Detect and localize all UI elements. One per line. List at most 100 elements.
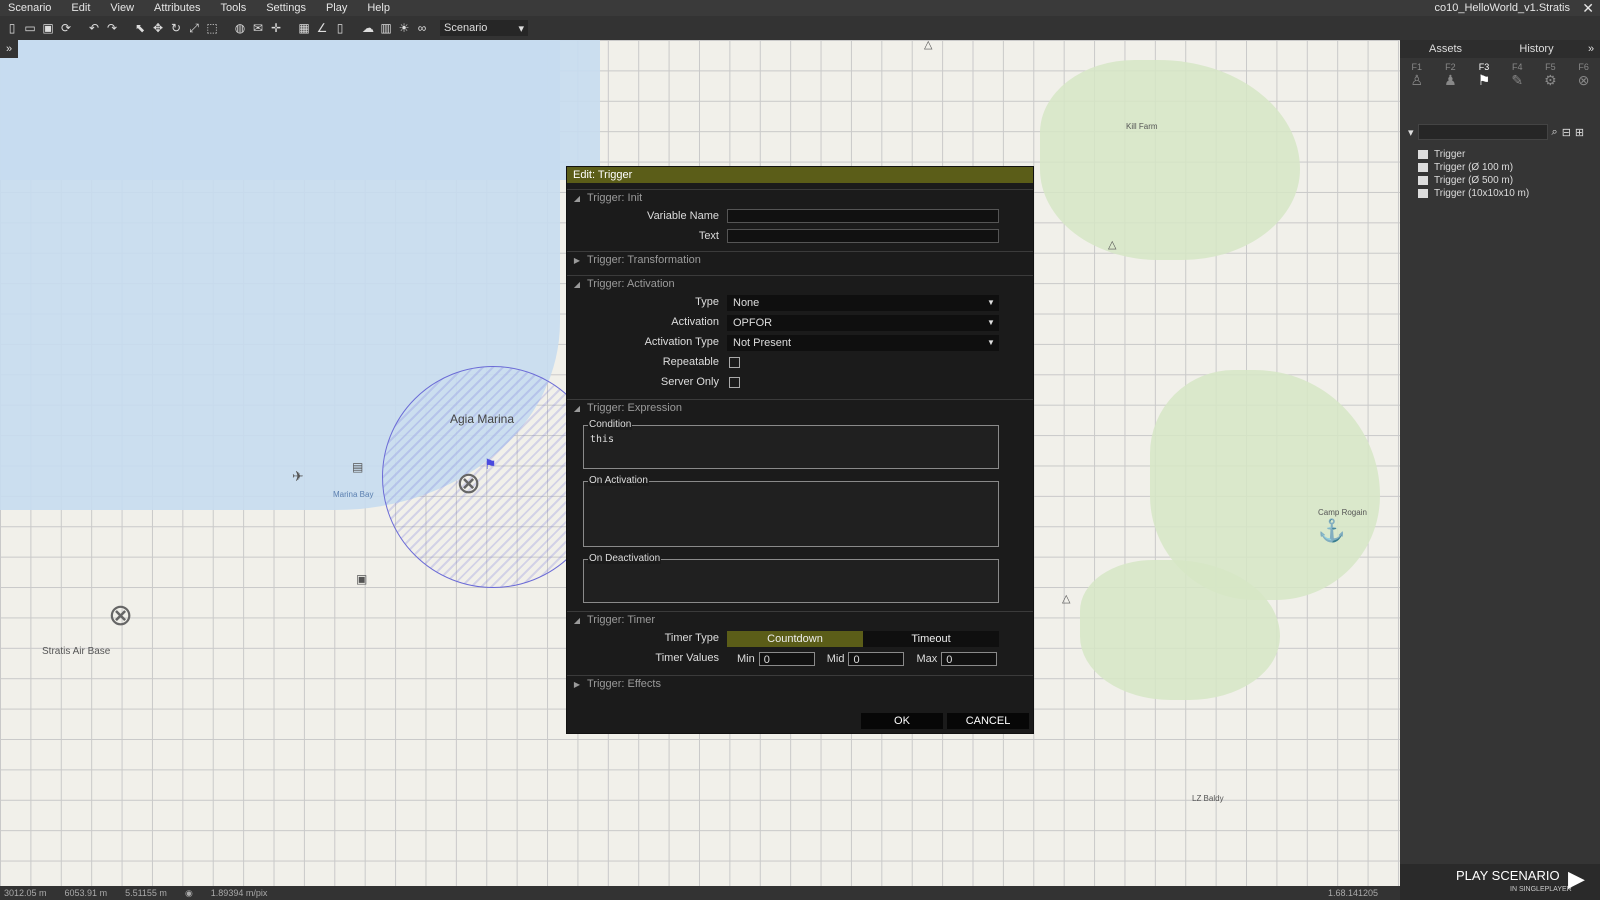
on-deactivation-field[interactable]: On Deactivation xyxy=(583,553,999,603)
asset-search-input[interactable] xyxy=(1417,124,1548,140)
category-f6[interactable]: F6 ⊗ xyxy=(1578,62,1590,89)
menu-view[interactable]: View xyxy=(102,2,146,14)
type-select[interactable]: None ▼ xyxy=(727,295,999,311)
undo-icon[interactable]: ↶ xyxy=(86,20,102,36)
category-f4[interactable]: F4 ✎ xyxy=(1511,62,1523,89)
list-item[interactable]: Trigger (Ø 100 m) xyxy=(1418,161,1529,174)
close-icon[interactable]: ✕ xyxy=(1582,0,1594,17)
scale-icon[interactable]: ⤢ xyxy=(186,20,202,36)
menu-play[interactable]: Play xyxy=(318,2,359,14)
menu-settings[interactable]: Settings xyxy=(258,2,318,14)
collapse-all-icon[interactable]: ⊟ xyxy=(1562,126,1571,139)
on-activation-field[interactable]: On Activation xyxy=(583,475,999,547)
section-timer[interactable]: ◢ Trigger: Timer xyxy=(567,611,1033,628)
open-folder-icon[interactable]: ▭ xyxy=(22,20,38,36)
marker-x-icon[interactable]: ⊗ xyxy=(456,466,481,501)
asset-list: Trigger Trigger (Ø 100 m) Trigger (Ø 500… xyxy=(1418,148,1529,200)
menu-scenario[interactable]: Scenario xyxy=(0,2,63,14)
weather-icon[interactable]: ☁ xyxy=(360,20,376,36)
category-f1[interactable]: F1 ♙ xyxy=(1411,62,1424,89)
category-f2[interactable]: F2 ♟ xyxy=(1444,62,1457,89)
collapse-triangle-icon: ◢ xyxy=(573,193,581,203)
condition-field[interactable]: Condition this xyxy=(583,419,999,469)
timer-mid-input[interactable]: 0 xyxy=(848,652,905,666)
list-item[interactable]: Trigger (10x10x10 m) xyxy=(1418,187,1529,200)
select-icon[interactable]: ⬉ xyxy=(132,20,148,36)
timer-countdown-option[interactable]: Countdown xyxy=(727,631,863,647)
city-icon[interactable]: ▥ xyxy=(378,20,394,36)
grid-icon[interactable]: ▦ xyxy=(296,20,312,36)
on-activation-label: On Activation xyxy=(588,475,649,486)
section-activation[interactable]: ◢ Trigger: Activation xyxy=(567,275,1033,292)
dialog-title: Edit: Trigger xyxy=(567,167,1033,183)
server-only-label: Server Only xyxy=(660,376,719,388)
map-scale: 1.89394 m/pix xyxy=(210,888,268,898)
menu-attributes[interactable]: Attributes xyxy=(146,2,212,14)
variable-name-input[interactable] xyxy=(727,209,999,223)
text-label: Text xyxy=(698,230,719,242)
label-kill-farm: Kill Farm xyxy=(1126,122,1158,131)
trigger-flag-icon xyxy=(1418,176,1428,185)
measure-icon[interactable]: ▯ xyxy=(332,20,348,36)
play-icon: ▶ xyxy=(1568,866,1585,891)
section-expression[interactable]: ◢ Trigger: Expression xyxy=(567,399,1033,416)
timer-min-input[interactable]: 0 xyxy=(758,652,815,666)
menu-tools[interactable]: Tools xyxy=(213,2,259,14)
repeatable-checkbox[interactable] xyxy=(729,357,740,368)
menu-edit[interactable]: Edit xyxy=(63,2,102,14)
flag-icon[interactable]: ⚑ xyxy=(484,456,497,473)
trigger-flag-icon xyxy=(1418,189,1428,198)
ok-button[interactable]: OK xyxy=(861,713,943,729)
rotate-icon[interactable]: ↻ xyxy=(168,20,184,36)
sun-icon[interactable]: ☀ xyxy=(396,20,412,36)
binoculars-icon[interactable]: ∞ xyxy=(414,20,430,36)
category-f3[interactable]: F3 ⚑ xyxy=(1478,62,1491,89)
area-icon[interactable]: ⬚ xyxy=(204,20,220,36)
section-transformation[interactable]: ▶ Trigger: Transformation xyxy=(567,251,1033,268)
category-f5[interactable]: F5 ⚙ xyxy=(1544,62,1557,89)
redo-icon[interactable]: ↷ xyxy=(104,20,120,36)
airbase-marker-icon[interactable]: ⊗ xyxy=(108,598,133,633)
play-scenario-sub: IN SINGLEPLAYER xyxy=(1510,886,1572,893)
asset-category-bar: F1 ♙ F2 ♟ F3 ⚑ F4 ✎ F5 ⚙ F6 ⊗ xyxy=(1400,58,1600,92)
search-icon[interactable]: ⌕ xyxy=(1552,126,1558,139)
section-effects[interactable]: ▶ Trigger: Effects xyxy=(567,675,1033,692)
list-item[interactable]: Trigger xyxy=(1418,148,1529,161)
play-scenario-button[interactable]: PLAY SCENARIO IN SINGLEPLAYER ▶ xyxy=(1400,864,1600,900)
snap-icon[interactable]: ✉ xyxy=(250,20,266,36)
label-camp-rogain: Camp Rogain xyxy=(1318,508,1367,517)
expand-all-icon[interactable]: ⊞ xyxy=(1575,126,1584,139)
collapse-panel-icon[interactable]: » xyxy=(1582,40,1600,58)
section-init[interactable]: ◢ Trigger: Init xyxy=(567,189,1033,206)
anchor-icon: ⚓ xyxy=(1318,518,1346,543)
menu-help[interactable]: Help xyxy=(359,2,402,14)
crosshair-icon[interactable]: ✛ xyxy=(268,20,284,36)
status-bar: 3012.05 m 6053.91 m 5.51155 m ◉ 1.89394 … xyxy=(0,886,1400,900)
aircraft-icon[interactable]: ✈ xyxy=(292,468,304,485)
server-only-checkbox[interactable] xyxy=(729,377,740,388)
tab-history[interactable]: History xyxy=(1491,40,1582,58)
angle-icon[interactable]: ∠ xyxy=(314,20,330,36)
refresh-icon[interactable]: ⟳ xyxy=(58,20,74,36)
text-input[interactable] xyxy=(727,229,999,243)
expand-left-panel-button[interactable]: » xyxy=(0,40,18,58)
timer-max-input[interactable]: 0 xyxy=(941,652,998,666)
play-scenario-label: PLAY SCENARIO xyxy=(1456,868,1560,883)
type-label: Type xyxy=(695,296,719,308)
tab-assets[interactable]: Assets xyxy=(1400,40,1491,58)
save-icon[interactable]: ▣ xyxy=(40,20,56,36)
activation-type-select[interactable]: Not Present ▼ xyxy=(727,335,999,351)
globe-icon[interactable]: ◍ xyxy=(232,20,248,36)
timer-timeout-option[interactable]: Timeout xyxy=(863,631,999,647)
mode-select[interactable]: Scenario ▾ xyxy=(440,20,528,36)
chevron-down-icon[interactable]: ▾ xyxy=(1408,126,1414,139)
edit-trigger-dialog: Edit: Trigger ◢ Trigger: Init Variable N… xyxy=(567,167,1033,733)
location-triangle-icon: △ xyxy=(924,40,933,51)
move-icon[interactable]: ✥ xyxy=(150,20,166,36)
variable-name-label: Variable Name xyxy=(647,210,719,222)
cancel-button[interactable]: CANCEL xyxy=(947,713,1029,729)
list-item[interactable]: Trigger (Ø 500 m) xyxy=(1418,174,1529,187)
activation-select[interactable]: OPFOR ▼ xyxy=(727,315,999,331)
new-file-icon[interactable]: ▯ xyxy=(4,20,20,36)
toolbar: ▯ ▭ ▣ ⟳ ↶ ↷ ⬉ ✥ ↻ ⤢ ⬚ ◍ ✉ ✛ ▦ ∠ ▯ ☁ ▥ ☀ … xyxy=(0,16,1600,40)
